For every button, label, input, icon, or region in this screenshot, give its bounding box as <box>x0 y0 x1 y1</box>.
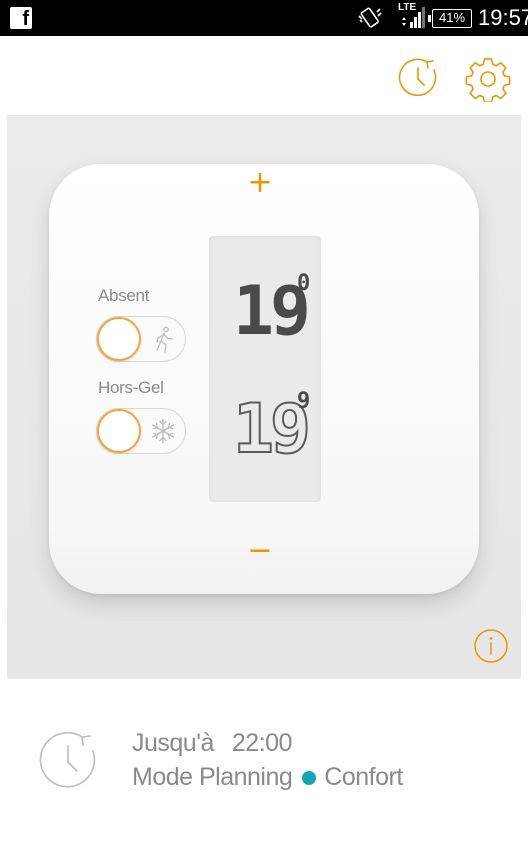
ambient-temperature: 19 9 <box>232 389 317 474</box>
thermostat-area: + Absent Hors-Gel 19 0 19 9 − <box>7 116 521 678</box>
setpoint-temperature: 19 0 <box>233 271 317 356</box>
frost-protection-label: Hors-Gel <box>98 378 164 397</box>
away-toggle[interactable] <box>96 316 186 362</box>
frost-protection-toggle[interactable] <box>96 408 186 454</box>
increase-temperature-button[interactable]: + <box>247 168 273 198</box>
away-label: Absent <box>98 286 150 305</box>
setpoint-decimal: 0 <box>297 271 311 296</box>
comfort-label: Confort <box>324 763 403 791</box>
facebook-notification-icon: f <box>10 7 32 29</box>
ambient-decimal: 9 <box>297 389 311 414</box>
mode-label: Mode Planning <box>132 763 293 791</box>
header-title <box>25 50 215 70</box>
gear-icon[interactable] <box>465 56 511 102</box>
app-header <box>7 36 521 116</box>
signal-strength-icon <box>402 7 425 28</box>
ambient-integer: 19 <box>232 390 312 469</box>
until-time: 22:00 <box>231 729 293 757</box>
setpoint-integer: 19 <box>233 272 311 351</box>
status-bar: f LTE 41% 19:57 <box>0 0 528 36</box>
schedule-until: Jusqu'à 22:00 <box>132 729 292 758</box>
vibrate-icon <box>358 7 382 28</box>
frost-toggle-knob <box>97 409 141 453</box>
snowflake-icon <box>151 418 175 444</box>
away-toggle-knob <box>97 317 141 361</box>
until-label: Jusqu'à <box>132 729 214 757</box>
schedule-clock-icon[interactable] <box>37 729 101 793</box>
schedule-footer: Jusqu'à 22:00 Mode Planning Confort <box>7 678 521 846</box>
schedule-mode: Mode Planning Confort <box>132 763 403 792</box>
battery-indicator: 41% <box>428 9 472 28</box>
temperature-display: 19 0 19 9 <box>209 236 321 502</box>
status-clock: 19:57 <box>478 5 528 30</box>
thermostat-device: + Absent Hors-Gel 19 0 19 9 − <box>49 164 479 594</box>
decrease-temperature-button[interactable]: − <box>247 536 273 566</box>
history-clock-icon[interactable] <box>397 56 441 100</box>
walking-person-icon <box>156 326 173 353</box>
comfort-mode-dot <box>302 770 317 785</box>
info-icon[interactable] <box>473 628 509 664</box>
